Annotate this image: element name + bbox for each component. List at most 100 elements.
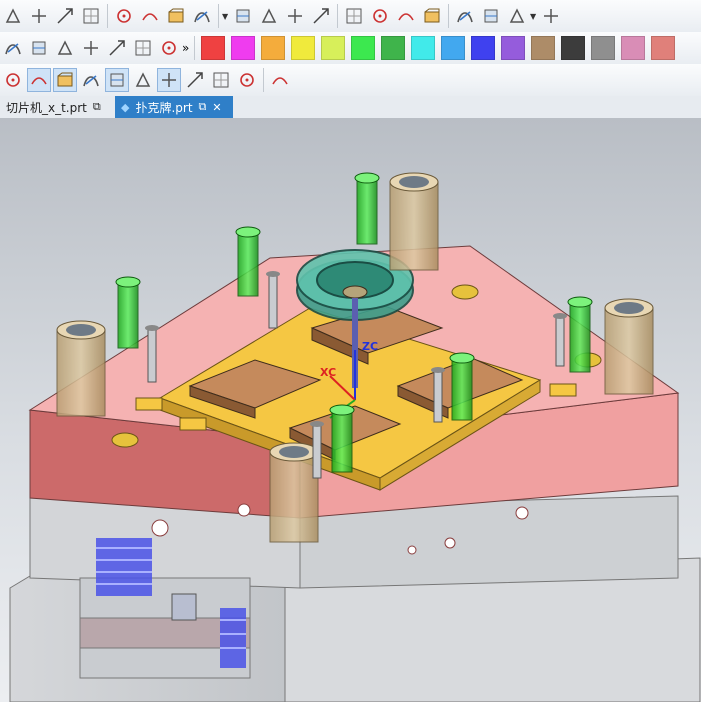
return-pin <box>235 226 261 297</box>
guide-bushing <box>604 298 654 395</box>
library-icon[interactable] <box>479 4 503 28</box>
transform-icon[interactable] <box>190 4 214 28</box>
tab-file-2[interactable]: ◆ 扑克牌.prt ⧉ ✕ <box>115 96 233 118</box>
popout-icon[interactable]: ⧉ <box>93 100 101 114</box>
circle-dot-icon[interactable] <box>105 68 129 92</box>
color-swatch-7[interactable] <box>381 36 406 60</box>
toolbar-separator <box>194 36 196 60</box>
spline-icon[interactable] <box>27 68 51 92</box>
line-icon[interactable] <box>231 4 255 28</box>
axis-icon[interactable] <box>1 68 25 92</box>
color-swatch-11[interactable] <box>501 36 526 60</box>
color-swatch-9[interactable] <box>441 36 466 60</box>
color-swatch-2[interactable] <box>231 36 256 60</box>
return-pin <box>354 172 380 245</box>
toolbar-separator <box>448 4 449 28</box>
toolbar-separator <box>107 4 108 28</box>
color-swatch-15[interactable] <box>621 36 646 60</box>
water-hole <box>237 503 251 517</box>
chevron-down-icon[interactable]: ▼ <box>222 12 230 21</box>
spring <box>220 608 246 668</box>
return-pin <box>567 296 593 373</box>
box-icon[interactable] <box>505 4 529 28</box>
measure-icon[interactable] <box>342 4 366 28</box>
intersect-icon[interactable] <box>79 68 103 92</box>
color-swatch-8[interactable] <box>411 36 436 60</box>
dimension-icon[interactable] <box>257 4 281 28</box>
line-draw-icon[interactable] <box>183 68 207 92</box>
face-blend-icon[interactable] <box>27 4 51 28</box>
slide-tab <box>135 397 163 411</box>
guide-bushing <box>56 320 106 417</box>
color-swatch-14[interactable] <box>591 36 616 60</box>
color-swatch-4[interactable] <box>291 36 316 60</box>
eraser-icon[interactable] <box>209 68 233 92</box>
curve-icon[interactable] <box>112 4 136 28</box>
locating-pad <box>111 432 139 448</box>
align-icon[interactable] <box>283 4 307 28</box>
close-icon[interactable]: ✕ <box>212 101 221 114</box>
chevron-down-icon[interactable]: ▼ <box>530 12 538 21</box>
trim-icon[interactable] <box>53 4 77 28</box>
water-hole <box>407 545 417 555</box>
tab-label: 切片机_x_t.prt <box>6 100 87 115</box>
wave-curve-icon[interactable] <box>53 68 77 92</box>
circle-target-icon[interactable] <box>131 68 155 92</box>
paint-icon[interactable] <box>235 68 259 92</box>
water-hole <box>444 537 456 549</box>
stop-pin <box>171 593 197 621</box>
part-icon: ◆ <box>121 100 130 114</box>
color-swatch-5[interactable] <box>321 36 346 60</box>
mold-icon[interactable] <box>420 4 444 28</box>
grid-icon[interactable] <box>164 4 188 28</box>
mold-assembly-model: ZC XC <box>9 172 701 702</box>
sweep-arrow-icon[interactable] <box>131 36 155 60</box>
flag-icon[interactable] <box>105 36 129 60</box>
tab-file-1[interactable]: 切片机_x_t.prt ⧉ <box>0 96 115 118</box>
color-swatch-3[interactable] <box>261 36 286 60</box>
pencil-box-icon[interactable] <box>539 4 563 28</box>
color-swatch-6[interactable] <box>351 36 376 60</box>
xc-label: XC <box>320 366 336 379</box>
color-swatch-10[interactable] <box>471 36 496 60</box>
extend-icon[interactable] <box>79 4 103 28</box>
spring <box>96 538 152 596</box>
slide-tab <box>549 383 577 397</box>
toolbar-separator <box>218 4 219 28</box>
toolbar-row-2: » <box>0 32 701 65</box>
toolbar-separator <box>263 68 264 92</box>
arrow-icon[interactable] <box>138 4 162 28</box>
return-pin <box>329 404 355 473</box>
color-swatch-12[interactable] <box>531 36 556 60</box>
wave-icon[interactable] <box>157 36 181 60</box>
sweep-icon[interactable] <box>1 4 25 28</box>
return-pin <box>115 276 141 349</box>
return-pin <box>449 352 475 421</box>
guide-bushing <box>269 442 319 543</box>
surface-icon[interactable] <box>27 36 51 60</box>
split-icon[interactable] <box>309 4 333 28</box>
more-indicator[interactable]: » <box>182 41 189 55</box>
zc-label: ZC <box>362 340 378 353</box>
ladder-icon[interactable] <box>368 4 392 28</box>
file-tabs: 切片机_x_t.prt ⧉ ◆ 扑克牌.prt ⧉ ✕ <box>0 96 701 120</box>
crosshair-icon[interactable] <box>157 68 181 92</box>
toolbar-separator <box>337 4 338 28</box>
water-hole <box>151 519 169 537</box>
toolbar-row-3 <box>0 64 701 97</box>
table-icon[interactable] <box>268 68 292 92</box>
graphics-viewport[interactable]: ZC XC <box>0 118 701 702</box>
tab-label: 扑克牌.prt <box>135 100 193 115</box>
parts-icon[interactable] <box>453 4 477 28</box>
color-swatch-13[interactable] <box>561 36 586 60</box>
guide-bushing <box>389 172 439 271</box>
water-hole <box>515 506 529 520</box>
curve-s-icon[interactable] <box>1 36 25 60</box>
section-icon[interactable] <box>394 4 418 28</box>
popout-icon[interactable]: ⧉ <box>199 100 207 114</box>
shell-icon[interactable] <box>79 36 103 60</box>
color-swatch-1[interactable] <box>201 36 226 60</box>
blend-shape-icon[interactable] <box>53 36 77 60</box>
color-swatch-16[interactable] <box>651 36 676 60</box>
toolbar-row-1: ▼ ▼ <box>0 0 701 33</box>
